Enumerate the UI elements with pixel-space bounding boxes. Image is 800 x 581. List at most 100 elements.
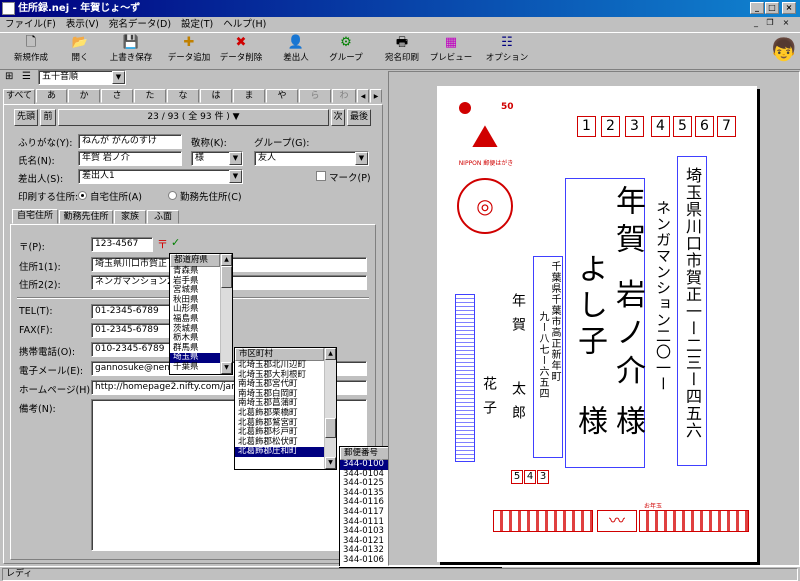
status-text: レディ [2,568,798,581]
preview-label: プレビュー [429,53,473,63]
menu-help[interactable]: ヘルプ(H) [218,17,271,32]
tab-work-address[interactable]: 勤務先住所 [59,210,113,224]
tel-input[interactable]: 01-2345-6789 [91,304,171,319]
prefecture-scrollbar[interactable]: ▲ ▼ [220,254,232,374]
preview-pane: 50 ⛰ NIPPON 郵便はがき ◎ 1234567 埼玉県川口市賀正一ー二三… [388,71,800,566]
tab-scroll-left-icon[interactable]: ◀ [357,89,369,103]
tab-home-address[interactable]: 自宅住所 [12,209,58,224]
index-tab-ka[interactable]: か [68,89,100,103]
scroll-down-icon[interactable]: ▼ [325,457,336,469]
new-button[interactable]: 🗋 新規作成 [8,35,54,67]
sort-order-select[interactable]: 五十音順 ▼ [38,70,126,85]
index-tab-wa[interactable]: わ [332,89,356,103]
zip-digit-box: 5 [673,116,692,137]
print-button[interactable]: 🖶 宛名印刷 [380,35,424,67]
save-label: 上書き保存 [109,53,153,63]
address2-label: 住所2(2): [19,280,61,291]
index-tab-na[interactable]: な [167,89,199,103]
furigana-label: ふりがな(Y): [18,138,73,149]
furigana-input[interactable]: ねんが がんのすけ [78,134,182,149]
menu-view[interactable]: 表示(V) [61,17,104,32]
sender-zip-digit-box: 4 [524,470,536,484]
mdi-restore-button[interactable]: ❐ [764,18,776,30]
work-address-radio[interactable] [168,191,177,200]
zip-lookup-icon[interactable]: 〒 [157,236,168,252]
group-select[interactable]: 友人 ▼ [254,151,369,166]
maximize-button[interactable]: □ [765,2,779,14]
scroll-thumb[interactable] [325,418,336,438]
recipient-address-1: 埼玉県川口市賀正一ー二三ー四五六 [683,167,702,439]
grid-view-icon[interactable]: ⊞ [5,71,19,83]
work-address-radio-label: 勤務先住所(C) [180,192,242,203]
scroll-down-icon[interactable]: ▼ [221,362,232,374]
sort-order-value: 五十音順 [42,72,79,82]
prefecture-list[interactable]: 都道府県 青森県 岩手県 宮城県 秋田県 山形県 福島県 茨城県 栃木県 群馬県… [169,253,233,375]
postage-stamp: 50 ⛰ NIPPON 郵便はがき [455,100,517,174]
recipient-address-frame-2: ネンガマンション二〇一ー [651,196,675,466]
group-button[interactable]: ⚙ グループ [324,35,368,67]
postmark: ◎ [457,178,513,234]
delete-data-button[interactable]: ✖ データ削除 [216,35,266,67]
city-scrollbar[interactable]: ▲ ▼ [324,348,336,469]
delete-data-icon: ✖ [235,35,247,50]
honorific-select[interactable]: 様 ▼ [191,151,243,166]
menu-file[interactable]: ファイル(F) [0,17,61,32]
record-counter[interactable]: 23 / 93 ( 全 93 件 ) ▼ [58,109,329,126]
scroll-thumb[interactable] [221,266,232,288]
tab-scroll-right-icon[interactable]: ▶ [370,89,382,103]
sender-label: 差出人(S): [18,174,64,185]
open-button[interactable]: 📂 開く [60,35,100,67]
fax-input[interactable]: 01-2345-6789 [91,323,171,338]
index-tab-ha[interactable]: は [200,89,232,103]
menu-settings[interactable]: 設定(T) [176,17,218,32]
options-button[interactable]: ☷ オプション [484,35,530,67]
index-tabs: すべて あ か さ た な は ま や ら わ ◀ ▶ [3,89,383,104]
chevron-down-icon[interactable]: ▼ [112,71,125,84]
minimize-button[interactable]: _ [750,2,764,14]
sender-select[interactable]: 差出人1 ▼ [78,169,243,184]
mobile-input[interactable]: 010-2345-6789 [91,342,171,357]
add-data-button[interactable]: ✚ データ追加 [164,35,214,67]
index-tab-ma[interactable]: ま [233,89,265,103]
mark-checkbox[interactable] [316,171,326,181]
mount-fuji-icon: ⛰ [471,117,499,155]
memo-label: 備考(N): [19,404,56,415]
mascot-icon: 👦 [770,38,798,63]
name-label: 氏名(N): [18,156,55,167]
tab-back-side[interactable]: ふ面 [147,210,179,224]
chevron-down-icon[interactable]: ▼ [355,152,368,165]
index-tab-ya[interactable]: や [266,89,298,103]
mdi-minimize-button[interactable]: _ [750,18,762,30]
city-list[interactable]: 市区町村 北埼玉郡北川辺町 北埼玉郡大利根町 南埼玉郡宮代町 南埼玉郡白岡町 南… [234,347,337,470]
address-lookup-icon[interactable]: ✓ [171,236,180,249]
index-tab-ra[interactable]: ら [299,89,331,103]
index-tab-sa[interactable]: さ [101,89,133,103]
tab-family[interactable]: 家族 [114,210,146,224]
list-item-selected[interactable]: 北葛飾郡庄和町 [235,447,336,457]
next-record-button[interactable]: 次 [331,109,345,126]
sender-button[interactable]: 👤 差出人 [276,35,316,67]
chevron-down-icon[interactable]: ▼ [229,170,242,183]
mark-label: マーク(P) [329,173,371,184]
index-tab-ta[interactable]: た [134,89,166,103]
mdi-close-button[interactable]: × [780,18,792,30]
save-button[interactable]: 💾 上書き保存 [104,35,158,67]
zip-input[interactable]: 123-4567 [91,237,153,252]
scroll-up-icon[interactable]: ▲ [221,254,232,266]
index-tab-a[interactable]: あ [36,89,67,103]
chevron-down-icon[interactable]: ▼ [229,152,242,165]
sender-icon: 👤 [287,35,305,50]
zip-digit-box: 3 [625,116,644,137]
last-record-button[interactable]: 最後 [347,109,371,126]
name-input[interactable]: 年賀 岩ノ介 [78,151,182,166]
home-address-radio[interactable] [78,191,87,200]
first-record-button[interactable]: 先頭 [14,109,38,126]
menu-address-data[interactable]: 宛名データ(D) [104,17,176,32]
prev-record-button[interactable]: 前 [40,109,56,126]
sender-name-frame-2: 花子 [477,326,499,461]
close-button[interactable]: × [782,2,796,14]
list-view-icon[interactable]: ☰ [22,71,36,83]
scroll-up-icon[interactable]: ▲ [325,348,336,360]
preview-button[interactable]: ▦ プレビュー [428,35,474,67]
index-tab-all[interactable]: すべて [3,89,35,104]
